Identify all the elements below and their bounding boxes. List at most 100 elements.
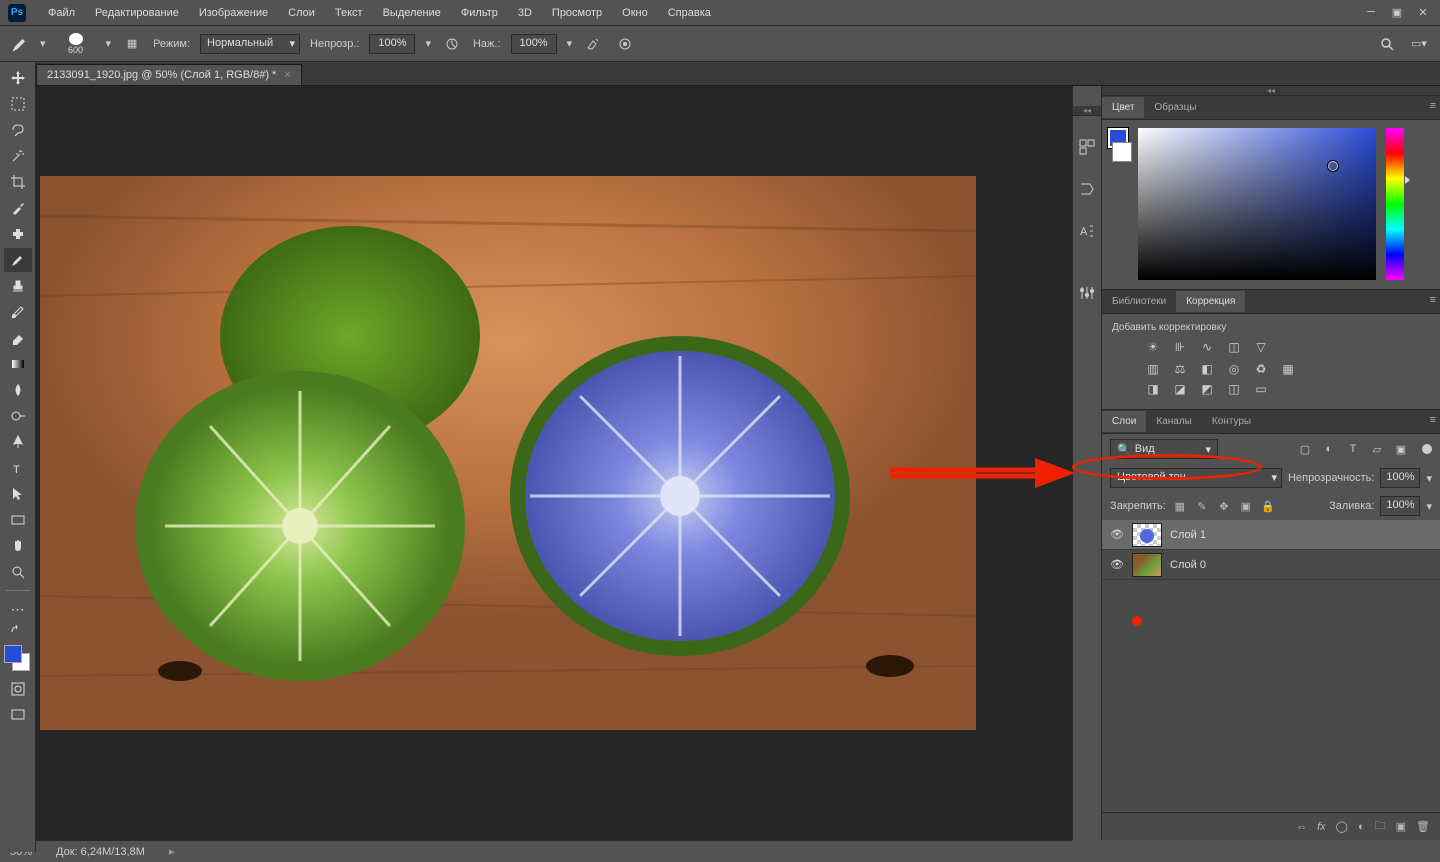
hue-adj-icon[interactable]: ▥ [1144, 361, 1162, 377]
gradient-tool[interactable] [4, 352, 32, 376]
colorlookup-adj-icon[interactable]: ▦ [1279, 361, 1297, 377]
filter-text-icon[interactable]: T [1346, 443, 1360, 456]
layer-mask-icon[interactable]: ◯ [1336, 820, 1348, 833]
layer-group-icon[interactable]: 🗀 [1375, 817, 1386, 836]
fill-input[interactable]: 100% [1380, 496, 1420, 516]
channels-tab[interactable]: Каналы [1146, 411, 1202, 432]
filter-shape-icon[interactable]: ▱ [1370, 443, 1384, 456]
lock-trans-icon[interactable]: ▦ [1172, 498, 1188, 514]
crop-tool[interactable] [4, 170, 32, 194]
text-tool[interactable]: T [4, 456, 32, 480]
menu-view[interactable]: Просмотр [542, 3, 612, 23]
channelmixer-adj-icon[interactable]: ♻ [1252, 361, 1270, 377]
threshold-adj-icon[interactable]: ◩ [1198, 381, 1216, 397]
stamp-tool[interactable] [4, 274, 32, 298]
move-tool[interactable] [4, 66, 32, 90]
properties-panel-icon[interactable] [1076, 178, 1098, 200]
panel-menu-icon[interactable]: ≡ [1430, 414, 1436, 426]
minimize-button[interactable]: ─ [1360, 3, 1382, 21]
menu-filter[interactable]: Фильтр [451, 3, 508, 23]
edit-toolbar-button[interactable]: ⋯ [4, 597, 32, 621]
layer-opacity-input[interactable]: 100% [1380, 468, 1420, 488]
lock-all-icon[interactable]: 🔒 [1260, 498, 1276, 514]
selectivecolor-adj-icon[interactable]: ◫ [1225, 381, 1243, 397]
layer-item[interactable]: 👁 Слой 0 [1102, 550, 1440, 580]
adjustments-panel-icon[interactable] [1076, 282, 1098, 304]
background-swatch[interactable] [1112, 142, 1132, 162]
panel-menu-icon[interactable]: ≡ [1430, 294, 1436, 306]
dodge-tool[interactable] [4, 404, 32, 428]
curves-adj-icon[interactable]: ∿ [1198, 339, 1216, 355]
lock-pos-icon[interactable]: ✥ [1216, 498, 1232, 514]
history-panel-icon[interactable] [1076, 136, 1098, 158]
hue-cursor[interactable] [1405, 176, 1410, 184]
hue-slider[interactable] [1386, 128, 1404, 280]
eyedropper-tool[interactable] [4, 196, 32, 220]
menu-image[interactable]: Изображение [189, 3, 278, 23]
menu-3d[interactable]: 3D [508, 3, 542, 23]
document-tab[interactable]: 2133091_1920.jpg @ 50% (Слой 1, RGB/8#) … [36, 64, 302, 85]
doc-info[interactable]: Док: 6,24M/13,8M [56, 846, 145, 858]
collapse-grip[interactable]: ◂◂ [1102, 86, 1440, 96]
levels-adj-icon[interactable]: ⊪ [1171, 339, 1189, 355]
collapse-grip[interactable]: ◂◂ [1073, 106, 1101, 116]
posterize-adj-icon[interactable]: ◪ [1171, 381, 1189, 397]
dropdown-arrow-icon[interactable]: ▾ [567, 37, 573, 50]
color-cursor[interactable] [1328, 161, 1338, 171]
dropdown-arrow-icon[interactable]: ▾ [425, 37, 431, 50]
hand-tool[interactable] [4, 534, 32, 558]
quick-mask-button[interactable] [4, 677, 32, 701]
gradientmap-adj-icon[interactable]: ▭ [1252, 381, 1270, 397]
dropdown-arrow-icon[interactable]: ▾ [40, 37, 46, 50]
colorbalance-adj-icon[interactable]: ⚖ [1171, 361, 1189, 377]
layer-name[interactable]: Слой 0 [1170, 559, 1206, 571]
brush-tool[interactable] [4, 248, 32, 272]
brush-preview[interactable]: 600 [56, 33, 96, 55]
filter-toggle[interactable] [1422, 444, 1432, 454]
close-tab-icon[interactable]: × [284, 69, 290, 81]
opacity-input[interactable]: 100% [369, 34, 415, 54]
marquee-tool[interactable] [4, 92, 32, 116]
maximize-button[interactable]: ▣ [1386, 3, 1408, 21]
blend-mode-select[interactable]: Цветовой тон ▾ [1110, 468, 1282, 488]
photofilter-adj-icon[interactable]: ◎ [1225, 361, 1243, 377]
workspace-switcher[interactable]: ▭▾ [1408, 33, 1430, 55]
adjustment-layer-icon[interactable]: ◐ [1358, 821, 1365, 833]
link-layers-icon[interactable]: ⇔ [1296, 821, 1307, 833]
delete-layer-icon[interactable]: 🗑 [1416, 820, 1430, 833]
search-icon[interactable] [1376, 33, 1398, 55]
close-button[interactable]: ✕ [1412, 3, 1434, 21]
visibility-icon[interactable]: 👁 [1110, 528, 1124, 542]
new-layer-icon[interactable]: ▣ [1396, 820, 1406, 833]
brush-tool-icon[interactable] [10, 34, 30, 54]
foreground-color-swatch[interactable] [4, 645, 22, 663]
filter-smart-icon[interactable]: ▣ [1394, 443, 1408, 456]
paths-tab[interactable]: Контуры [1202, 411, 1261, 432]
exposure-adj-icon[interactable]: ◫ [1225, 339, 1243, 355]
filter-adjust-icon[interactable]: ◐ [1322, 443, 1336, 456]
swatches-tab[interactable]: Образцы [1144, 97, 1206, 118]
dropdown-arrow-icon[interactable]: ▾ [1426, 472, 1432, 485]
menu-window[interactable]: Окно [612, 3, 658, 23]
filter-pixel-icon[interactable]: ▢ [1298, 443, 1312, 456]
color-tab[interactable]: Цвет [1102, 97, 1144, 118]
menu-file[interactable]: Файл [38, 3, 85, 23]
vibrance-adj-icon[interactable]: ▽ [1252, 339, 1270, 355]
status-expand-icon[interactable]: ▸ [169, 845, 175, 858]
brush-panel-toggle[interactable]: ▦ [121, 33, 143, 55]
layers-tab[interactable]: Слои [1102, 411, 1146, 432]
menu-select[interactable]: Выделение [373, 3, 451, 23]
history-brush-tool[interactable] [4, 300, 32, 324]
airbrush-button[interactable] [582, 33, 604, 55]
corrections-tab[interactable]: Коррекция [1176, 291, 1245, 312]
lock-artboard-icon[interactable]: ▣ [1238, 498, 1254, 514]
lock-paint-icon[interactable]: ✎ [1194, 498, 1210, 514]
dropdown-arrow-icon[interactable]: ▾ [106, 37, 112, 50]
healing-tool[interactable] [4, 222, 32, 246]
layer-item[interactable]: 👁 Слой 1 [1102, 520, 1440, 550]
flow-input[interactable]: 100% [511, 34, 557, 54]
pen-tool[interactable] [4, 430, 32, 454]
canvas-area[interactable] [36, 86, 1072, 840]
swap-colors-icon[interactable] [4, 623, 32, 637]
layer-name[interactable]: Слой 1 [1170, 529, 1206, 541]
